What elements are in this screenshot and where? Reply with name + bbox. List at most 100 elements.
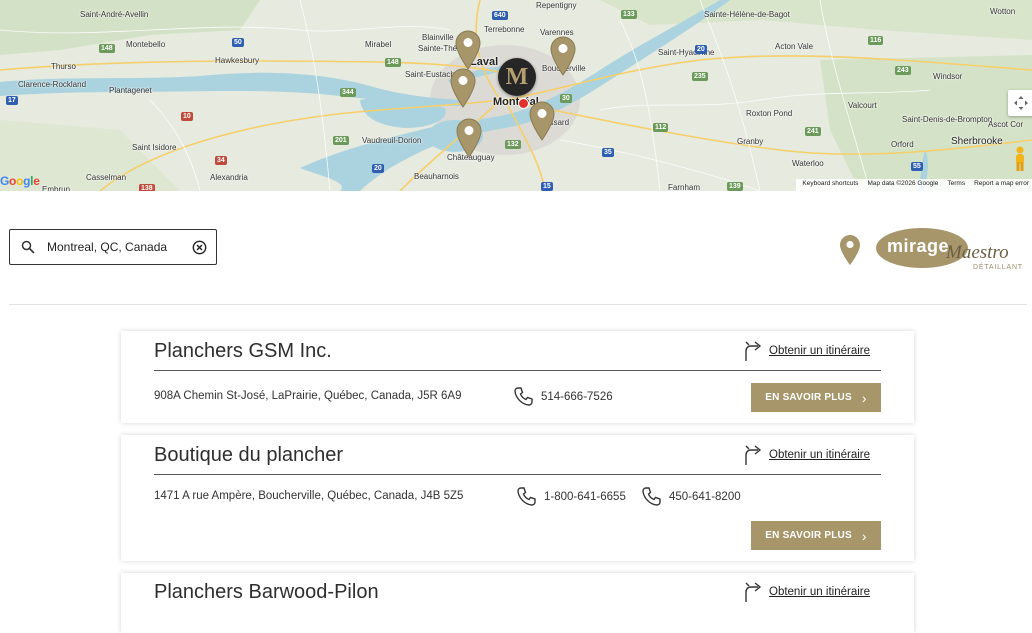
map-place-label: Sainte-Hélène-de-Bagot xyxy=(704,10,790,19)
route-shield: 35 xyxy=(602,148,614,157)
map-place-label: Farnham xyxy=(668,183,701,191)
route-shield: 20 xyxy=(695,45,707,54)
route-shield: 133 xyxy=(621,10,637,19)
google-logo: Google xyxy=(0,174,40,188)
section-divider xyxy=(9,304,1027,305)
dealer-card: Planchers GSM Inc. Obtenir un itinéraire… xyxy=(121,331,914,423)
dealer-map-pin-icon[interactable] xyxy=(456,118,482,158)
fullscreen-icon xyxy=(1014,96,1028,110)
directions-icon xyxy=(745,445,762,465)
map-place-label: Sherbrooke xyxy=(951,136,1003,147)
route-shield: 640 xyxy=(492,11,508,20)
dealer-phone[interactable]: 514-666-7526 xyxy=(513,386,613,407)
map-place-label: Orford xyxy=(891,140,914,149)
directions-link-text[interactable]: Obtenir un itinéraire xyxy=(769,345,870,357)
route-shield: 148 xyxy=(99,44,115,53)
directions-link-text[interactable]: Obtenir un itinéraire xyxy=(769,449,870,461)
dealer-address: 1471 A rue Ampère, Boucherville, Québec,… xyxy=(154,490,464,502)
map-place-label: Blainville xyxy=(422,33,454,42)
map-place-label: Clarence-Rockland xyxy=(18,80,87,89)
dealer-phone-number: 514-666-7526 xyxy=(541,390,613,403)
route-shield: 241 xyxy=(805,127,821,136)
map-place-label: Valcourt xyxy=(848,101,877,110)
route-shield: 50 xyxy=(232,38,244,47)
route-shield: 112 xyxy=(653,123,669,132)
phone-icon xyxy=(514,387,533,406)
map-place-label: Repentigny xyxy=(536,1,577,10)
dealer-card: Boutique du plancher Obtenir un itinérai… xyxy=(121,435,914,561)
map-place-label: Acton Vale xyxy=(775,42,814,51)
map-place-label: Thurso xyxy=(51,62,76,71)
map-place-label: Roxton Pond xyxy=(746,109,793,118)
dealer-card: Planchers Barwood-Pilon Obtenir un itiné… xyxy=(121,573,914,633)
directions-link-text[interactable]: Obtenir un itinéraire xyxy=(769,586,870,598)
route-shield: 139 xyxy=(727,182,743,191)
street-view-pegman-icon[interactable] xyxy=(1013,146,1027,172)
fullscreen-button[interactable] xyxy=(1008,90,1032,116)
route-shield: 55 xyxy=(911,162,923,171)
map-place-label: Saint-Denis-de-Brompton xyxy=(902,115,993,124)
report-map-error-link[interactable]: Report a map error xyxy=(974,180,1029,191)
route-shield: 235 xyxy=(692,72,708,81)
route-shield: 116 xyxy=(868,36,884,45)
dealer-phone[interactable]: 450-641-8200 xyxy=(641,486,741,507)
google-logo-letter: e xyxy=(33,174,40,188)
location-search-box[interactable] xyxy=(9,229,217,265)
clear-search-icon[interactable] xyxy=(192,240,207,255)
brand-marker-letter: M xyxy=(505,63,529,90)
learn-more-label: EN SAVOIR PLUS xyxy=(765,530,852,541)
map-place-label: Terrebonne xyxy=(484,25,525,34)
route-shield: 344 xyxy=(340,88,356,97)
map[interactable]: Saint-André-Avellin Montebello Hawkesbury T… xyxy=(0,0,1032,191)
dealer-map-pin-icon[interactable] xyxy=(455,30,481,70)
route-shield: 10 xyxy=(181,112,193,121)
map-place-label: Mirabel xyxy=(365,40,392,49)
chevron-right-icon: › xyxy=(861,389,867,406)
map-place-label: Vaudreuil-Dorion xyxy=(362,136,422,145)
map-place-label: Saint Isidore xyxy=(132,143,177,152)
map-place-label: Ascot Cor xyxy=(988,120,1024,129)
map-place-label: Granby xyxy=(737,137,764,146)
dealer-address: 908A Chemin St-José, LaPrairie, Québec, … xyxy=(154,390,462,402)
route-shield: 20 xyxy=(372,164,384,173)
route-shield: 34 xyxy=(215,156,227,165)
route-shield: 138 xyxy=(139,184,155,191)
map-place-label: Montebello xyxy=(126,40,166,49)
dealer-map-pin-icon[interactable] xyxy=(529,101,555,141)
directions-link[interactable]: Obtenir un itinéraire xyxy=(743,340,870,362)
dealer-phone-number: 1-800-641-6655 xyxy=(544,490,626,503)
route-shield: 15 xyxy=(541,182,553,191)
terms-link[interactable]: Terms xyxy=(947,180,965,191)
map-place-label: Windsor xyxy=(933,72,963,81)
mirage-maestro-logo[interactable]: mirage Maestro DÉTAILLANT xyxy=(876,226,1022,274)
google-logo-letter: G xyxy=(0,174,10,188)
keyboard-shortcuts-link[interactable]: Keyboard shortcuts xyxy=(802,180,858,191)
dealer-map-pin-icon[interactable] xyxy=(550,36,576,76)
map-place-label: Plantagenet xyxy=(109,86,152,95)
chevron-right-icon: › xyxy=(861,527,867,544)
dealer-name: Planchers GSM Inc. xyxy=(154,340,332,362)
map-place-label: Waterloo xyxy=(792,159,824,168)
map-place-label: Embrun xyxy=(42,185,71,191)
route-shield: 132 xyxy=(505,140,521,149)
brand-location-marker[interactable]: M xyxy=(498,58,536,96)
directions-link[interactable]: Obtenir un itinéraire xyxy=(743,444,870,466)
current-location-dot xyxy=(518,98,529,109)
dealer-phone[interactable]: 1-800-641-6655 xyxy=(516,486,626,507)
map-place-label: Casselman xyxy=(86,173,127,182)
learn-more-button[interactable]: EN SAVOIR PLUS › xyxy=(751,521,881,550)
directions-link[interactable]: Obtenir un itinéraire xyxy=(743,581,870,603)
map-place-label: Alexandria xyxy=(210,173,248,182)
learn-more-button[interactable]: EN SAVOIR PLUS › xyxy=(751,383,881,412)
search-icon xyxy=(21,240,35,254)
route-shield: 17 xyxy=(6,96,18,105)
route-shield: 30 xyxy=(560,94,572,103)
route-shield: 201 xyxy=(333,136,349,145)
phone-icon xyxy=(642,487,661,506)
map-place-label: Hawkesbury xyxy=(215,56,260,65)
location-search-input[interactable] xyxy=(47,238,187,256)
map-data-text: Map data ©2026 Google xyxy=(867,180,939,187)
dealer-map-pin-icon[interactable] xyxy=(450,68,476,108)
directions-icon xyxy=(745,582,762,602)
card-rule xyxy=(154,370,881,371)
